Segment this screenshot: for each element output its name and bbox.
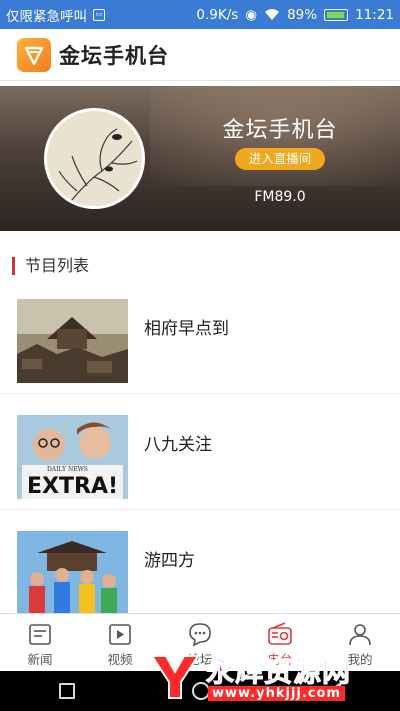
video-icon bbox=[109, 624, 131, 645]
tab-news[interactable]: 新闻 bbox=[0, 614, 80, 671]
watermark: 永辉资源网 www.yhkjjj.com bbox=[148, 646, 400, 706]
program-item[interactable]: 游四方 bbox=[0, 510, 400, 626]
eye-icon: ◉ bbox=[245, 6, 258, 23]
program-title: 相府早点到 bbox=[144, 319, 229, 339]
program-item[interactable]: 相府早点到 bbox=[0, 278, 400, 394]
profile-icon bbox=[349, 624, 371, 646]
program-title: 游四方 bbox=[144, 551, 195, 571]
app-logo-icon bbox=[17, 37, 51, 72]
wifi-icon bbox=[265, 8, 280, 20]
program-title: 八九关注 bbox=[144, 435, 212, 455]
station-frequency: FM89.0 bbox=[254, 189, 306, 205]
radio-icon bbox=[268, 622, 292, 645]
network-speed: 0.9K/s bbox=[196, 6, 239, 23]
app-header: 金坛手机台 bbox=[0, 29, 400, 81]
sim-icon: ▭ bbox=[93, 8, 105, 21]
recent-apps-icon[interactable] bbox=[58, 683, 75, 699]
tab-label: 新闻 bbox=[27, 652, 53, 667]
station-avatar bbox=[44, 108, 145, 209]
clock: 11:21 bbox=[355, 6, 394, 23]
news-icon bbox=[29, 624, 51, 645]
program-thumbnail: EXTRA! DAILY NEWS bbox=[17, 415, 128, 499]
svg-text:EXTRA!: EXTRA! bbox=[27, 474, 118, 499]
program-item[interactable]: EXTRA! DAILY NEWS 八九关注 bbox=[0, 394, 400, 510]
enter-live-button[interactable]: 进入直播间 bbox=[235, 148, 325, 170]
program-list-heading: 节目列表 bbox=[12, 257, 89, 275]
station-name: 金坛手机台 bbox=[222, 118, 338, 143]
battery-icon bbox=[324, 8, 349, 21]
program-thumbnail bbox=[17, 299, 128, 383]
watermark-text: 永辉资源网 bbox=[205, 655, 352, 689]
watermark-url: www.yhkjjj.com bbox=[208, 686, 346, 701]
forum-icon bbox=[189, 623, 211, 647]
program-thumbnail bbox=[17, 531, 128, 615]
carrier-text: 仅限紧急呼叫 bbox=[6, 8, 87, 25]
status-bar: 仅限紧急呼叫 ▭ 0.9K/s ◉ 89% 11:21 bbox=[0, 0, 400, 29]
battery-percent: 89% bbox=[287, 6, 318, 23]
app-title: 金坛手机台 bbox=[59, 43, 169, 68]
tab-label: 视频 bbox=[107, 652, 133, 667]
watermark-logo-icon bbox=[150, 655, 200, 699]
svg-text:DAILY NEWS: DAILY NEWS bbox=[47, 466, 88, 473]
